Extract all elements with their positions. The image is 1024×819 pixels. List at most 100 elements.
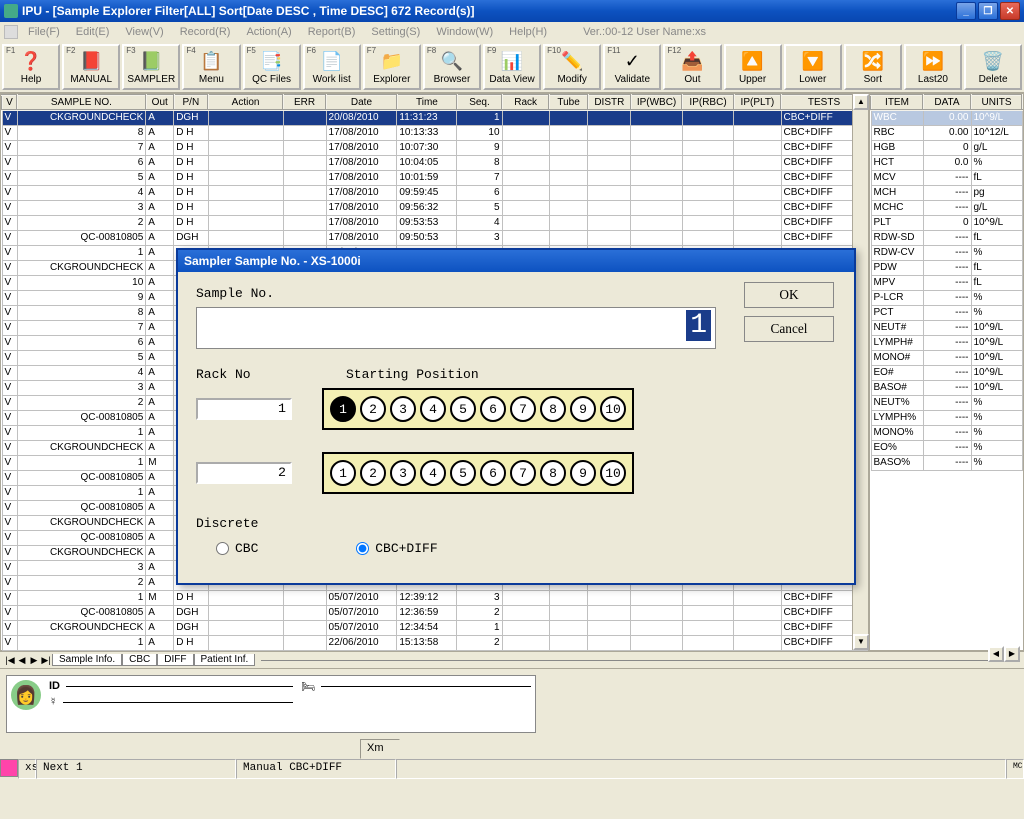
- menu-view[interactable]: View(V): [119, 24, 169, 40]
- menu-window[interactable]: Window(W): [430, 24, 499, 40]
- rack2-pos-4[interactable]: 4: [420, 460, 446, 486]
- col-sampleno[interactable]: SAMPLE NO.: [17, 95, 146, 110]
- rack2-pos-5[interactable]: 5: [450, 460, 476, 486]
- close-button[interactable]: ✕: [1000, 2, 1020, 20]
- col-ipplt[interactable]: IP(PLT): [734, 95, 781, 110]
- rack1-input[interactable]: [196, 398, 292, 420]
- table-row[interactable]: V1MD H05/07/201012:39:123CBC+DIFF: [2, 590, 867, 605]
- menu-record[interactable]: Record(R): [174, 24, 237, 40]
- col-out[interactable]: Out: [146, 95, 174, 110]
- hscroll-left-icon[interactable]: ◀: [988, 646, 1004, 662]
- rack1-pos-9[interactable]: 9: [570, 396, 596, 422]
- tab-prev-icon[interactable]: ◀: [16, 655, 28, 666]
- rack2-pos-1[interactable]: 1: [330, 460, 356, 486]
- menu-file[interactable]: File(F): [22, 24, 66, 40]
- table-row[interactable]: V3AD H17/08/201009:56:325CBC+DIFF: [2, 200, 867, 215]
- tab-cbc[interactable]: CBC: [122, 654, 157, 666]
- rack2-pos-6[interactable]: 6: [480, 460, 506, 486]
- cancel-button[interactable]: Cancel: [744, 316, 834, 342]
- rack1-pos-1[interactable]: 1: [330, 396, 356, 422]
- col-tube[interactable]: Tube: [549, 95, 588, 110]
- table-row[interactable]: V2AD H17/08/201009:53:534CBC+DIFF: [2, 215, 867, 230]
- rack2-pos-10[interactable]: 10: [600, 460, 626, 486]
- toolbar-explorer[interactable]: F7📁Explorer: [363, 44, 421, 90]
- rack2-pos-3[interactable]: 3: [390, 460, 416, 486]
- col-pn[interactable]: P/N: [174, 95, 208, 110]
- toolbar-upper[interactable]: 🔼Upper: [724, 44, 782, 90]
- tab-diff[interactable]: DIFF: [157, 654, 193, 666]
- scroll-down-icon[interactable]: ▼: [853, 634, 869, 650]
- results-col-data: DATA: [923, 95, 971, 110]
- toolbar-browser[interactable]: F8🔍Browser: [423, 44, 481, 90]
- menu-help[interactable]: Help(H): [503, 24, 553, 40]
- menu-action[interactable]: Action(A): [240, 24, 297, 40]
- table-row[interactable]: V7AD H17/08/201010:07:309CBC+DIFF: [2, 140, 867, 155]
- rack1-pos-6[interactable]: 6: [480, 396, 506, 422]
- rack1-pos-3[interactable]: 3: [390, 396, 416, 422]
- col-action[interactable]: Action: [208, 95, 283, 110]
- menu-edit[interactable]: Edit(E): [70, 24, 116, 40]
- rack1-pos-7[interactable]: 7: [510, 396, 536, 422]
- toolbar-sampler[interactable]: F3📗SAMPLER: [122, 44, 180, 90]
- col-distr[interactable]: DISTR: [588, 95, 631, 110]
- col-rack[interactable]: Rack: [502, 95, 549, 110]
- rack1-pos-5[interactable]: 5: [450, 396, 476, 422]
- col-date[interactable]: Date: [326, 95, 397, 110]
- toolbar-delete[interactable]: 🗑️Delete: [964, 44, 1022, 90]
- result-row: NEUT%----%: [871, 395, 1022, 410]
- radio-cbc[interactable]: CBC: [216, 541, 258, 556]
- rack1-pos-2[interactable]: 2: [360, 396, 386, 422]
- toolbar-help[interactable]: F1❓Help: [2, 44, 60, 90]
- rack2-pos-8[interactable]: 8: [540, 460, 566, 486]
- table-row[interactable]: V6AD H17/08/201010:04:058CBC+DIFF: [2, 155, 867, 170]
- tab-first-icon[interactable]: |◀: [4, 655, 16, 666]
- tab-next-icon[interactable]: ▶: [28, 655, 40, 666]
- radio-cbcdiff[interactable]: CBC+DIFF: [356, 541, 437, 556]
- toolbar-qc files[interactable]: F5📑QC Files: [243, 44, 301, 90]
- maximize-button[interactable]: ❐: [978, 2, 998, 20]
- ok-button[interactable]: OK: [744, 282, 834, 308]
- toolbar-modify[interactable]: F10✏️Modify: [543, 44, 601, 90]
- toolbar-manual[interactable]: F2📕MANUAL: [62, 44, 120, 90]
- tab-last-icon[interactable]: ▶|: [40, 655, 52, 666]
- toolbar-lower[interactable]: 🔽Lower: [784, 44, 842, 90]
- toolbar-sort[interactable]: 🔀Sort: [844, 44, 902, 90]
- col-ipwbc[interactable]: IP(WBC): [631, 95, 683, 110]
- tab-sample-info[interactable]: Sample Info.: [52, 654, 122, 666]
- table-row[interactable]: V8AD H17/08/201010:13:3310CBC+DIFF: [2, 125, 867, 140]
- menu-report[interactable]: Report(B): [302, 24, 362, 40]
- results-grid: ITEM DATA UNITS WBC0.0010^9/LRBC0.0010^1…: [870, 94, 1023, 471]
- table-row[interactable]: V4AD H17/08/201009:59:456CBC+DIFF: [2, 185, 867, 200]
- table-row[interactable]: VCKGROUNDCHECKADGH20/08/201011:31:231CBC…: [2, 110, 867, 125]
- rack2-input[interactable]: [196, 462, 292, 484]
- rack1-pos-8[interactable]: 8: [540, 396, 566, 422]
- table-row[interactable]: VQC-00810805ADGH17/08/201009:50:533CBC+D…: [2, 230, 867, 245]
- scroll-up-icon[interactable]: ▲: [853, 94, 869, 110]
- toolbar-validate[interactable]: F11✓Validate: [603, 44, 661, 90]
- tab-patient-inf[interactable]: Patient Inf.: [194, 654, 256, 666]
- table-row[interactable]: V5AD H17/08/201010:01:597CBC+DIFF: [2, 170, 867, 185]
- table-row[interactable]: VQC-00810805ADGH05/07/201012:36:592CBC+D…: [2, 605, 867, 620]
- toolbar-last20[interactable]: ⏩Last20: [904, 44, 962, 90]
- rack1-pos-10[interactable]: 10: [600, 396, 626, 422]
- minimize-button[interactable]: _: [956, 2, 976, 20]
- hscroll-right-icon[interactable]: ▶: [1004, 646, 1020, 662]
- rack2-pos-2[interactable]: 2: [360, 460, 386, 486]
- col-err[interactable]: ERR: [283, 95, 326, 110]
- toolbar-out[interactable]: F12📤Out: [663, 44, 721, 90]
- menubar-app-icon: [4, 25, 18, 39]
- toolbar-work list[interactable]: F6📄Work list: [303, 44, 361, 90]
- menu-setting[interactable]: Setting(S): [365, 24, 426, 40]
- col-time[interactable]: Time: [397, 95, 457, 110]
- col-v[interactable]: V: [2, 95, 17, 110]
- sample-no-input[interactable]: 1: [196, 307, 716, 349]
- col-iprbc[interactable]: IP(RBC): [682, 95, 734, 110]
- rack2-pos-7[interactable]: 7: [510, 460, 536, 486]
- table-row[interactable]: V1AD H22/06/201015:13:582CBC+DIFF: [2, 635, 867, 650]
- toolbar-menu[interactable]: F4📋Menu: [182, 44, 240, 90]
- col-seq[interactable]: Seq.: [457, 95, 502, 110]
- toolbar-data view[interactable]: F9📊Data View: [483, 44, 541, 90]
- rack1-pos-4[interactable]: 4: [420, 396, 446, 422]
- rack2-pos-9[interactable]: 9: [570, 460, 596, 486]
- table-row[interactable]: VCKGROUNDCHECKADGH05/07/201012:34:541CBC…: [2, 620, 867, 635]
